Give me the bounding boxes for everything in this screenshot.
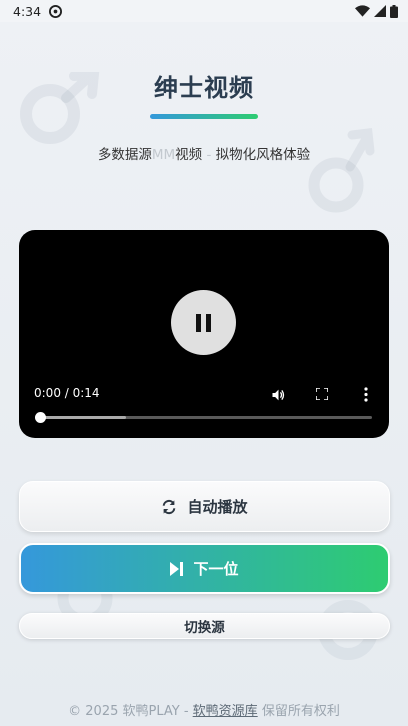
decorative-male-symbol-icon (300, 125, 380, 224)
page-title: 绅士视频 (154, 74, 254, 102)
video-progress-bar[interactable] (35, 412, 372, 423)
next-button[interactable]: 下一位 (19, 543, 390, 594)
video-progress-thumb[interactable] (35, 412, 46, 423)
subtitle-separator: - (202, 147, 216, 163)
page-subtitle: 多数据源MM视频 - 拟物化风格体验 (0, 143, 408, 163)
status-bar: 4:34 (0, 0, 408, 22)
pause-icon (196, 313, 201, 332)
battery-icon (390, 4, 398, 18)
subtitle-rest: 视频 (175, 147, 203, 163)
switch-source-button[interactable]: 切换源 (19, 613, 390, 639)
video-player[interactable]: 0:00 / 0:14 (19, 230, 389, 438)
subtitle-tail: 拟物化风格体验 (215, 147, 311, 163)
signal-icon (374, 5, 386, 17)
footer: © 2025 软鸭PLAY - 软鸭资源库 保留所有权利 (0, 700, 408, 719)
switch-source-label: 切换源 (184, 620, 225, 636)
footer-copyright: © 2025 软鸭PLAY - (68, 704, 193, 719)
app-notification-icon (49, 4, 63, 18)
title-underline (150, 114, 258, 119)
footer-link[interactable]: 软鸭资源库 (193, 704, 258, 719)
more-vert-icon[interactable] (363, 387, 369, 402)
next-label: 下一位 (193, 560, 239, 578)
pause-button[interactable] (171, 290, 236, 355)
status-time: 4:34 (13, 3, 42, 19)
autoplay-button[interactable]: 自动播放 (19, 481, 390, 532)
video-time: 0:00 / 0:14 (34, 386, 100, 400)
subtitle-dim: MM (151, 147, 176, 163)
wifi-icon (355, 5, 370, 17)
fullscreen-icon[interactable] (316, 388, 328, 400)
skip-next-icon (170, 561, 184, 576)
sync-icon (163, 499, 176, 514)
footer-rights: 保留所有权利 (257, 704, 340, 719)
subtitle-main: 多数据源 (97, 147, 152, 163)
video-buffer-bar (40, 416, 127, 419)
volume-icon[interactable] (270, 387, 287, 403)
autoplay-label: 自动播放 (187, 498, 248, 516)
